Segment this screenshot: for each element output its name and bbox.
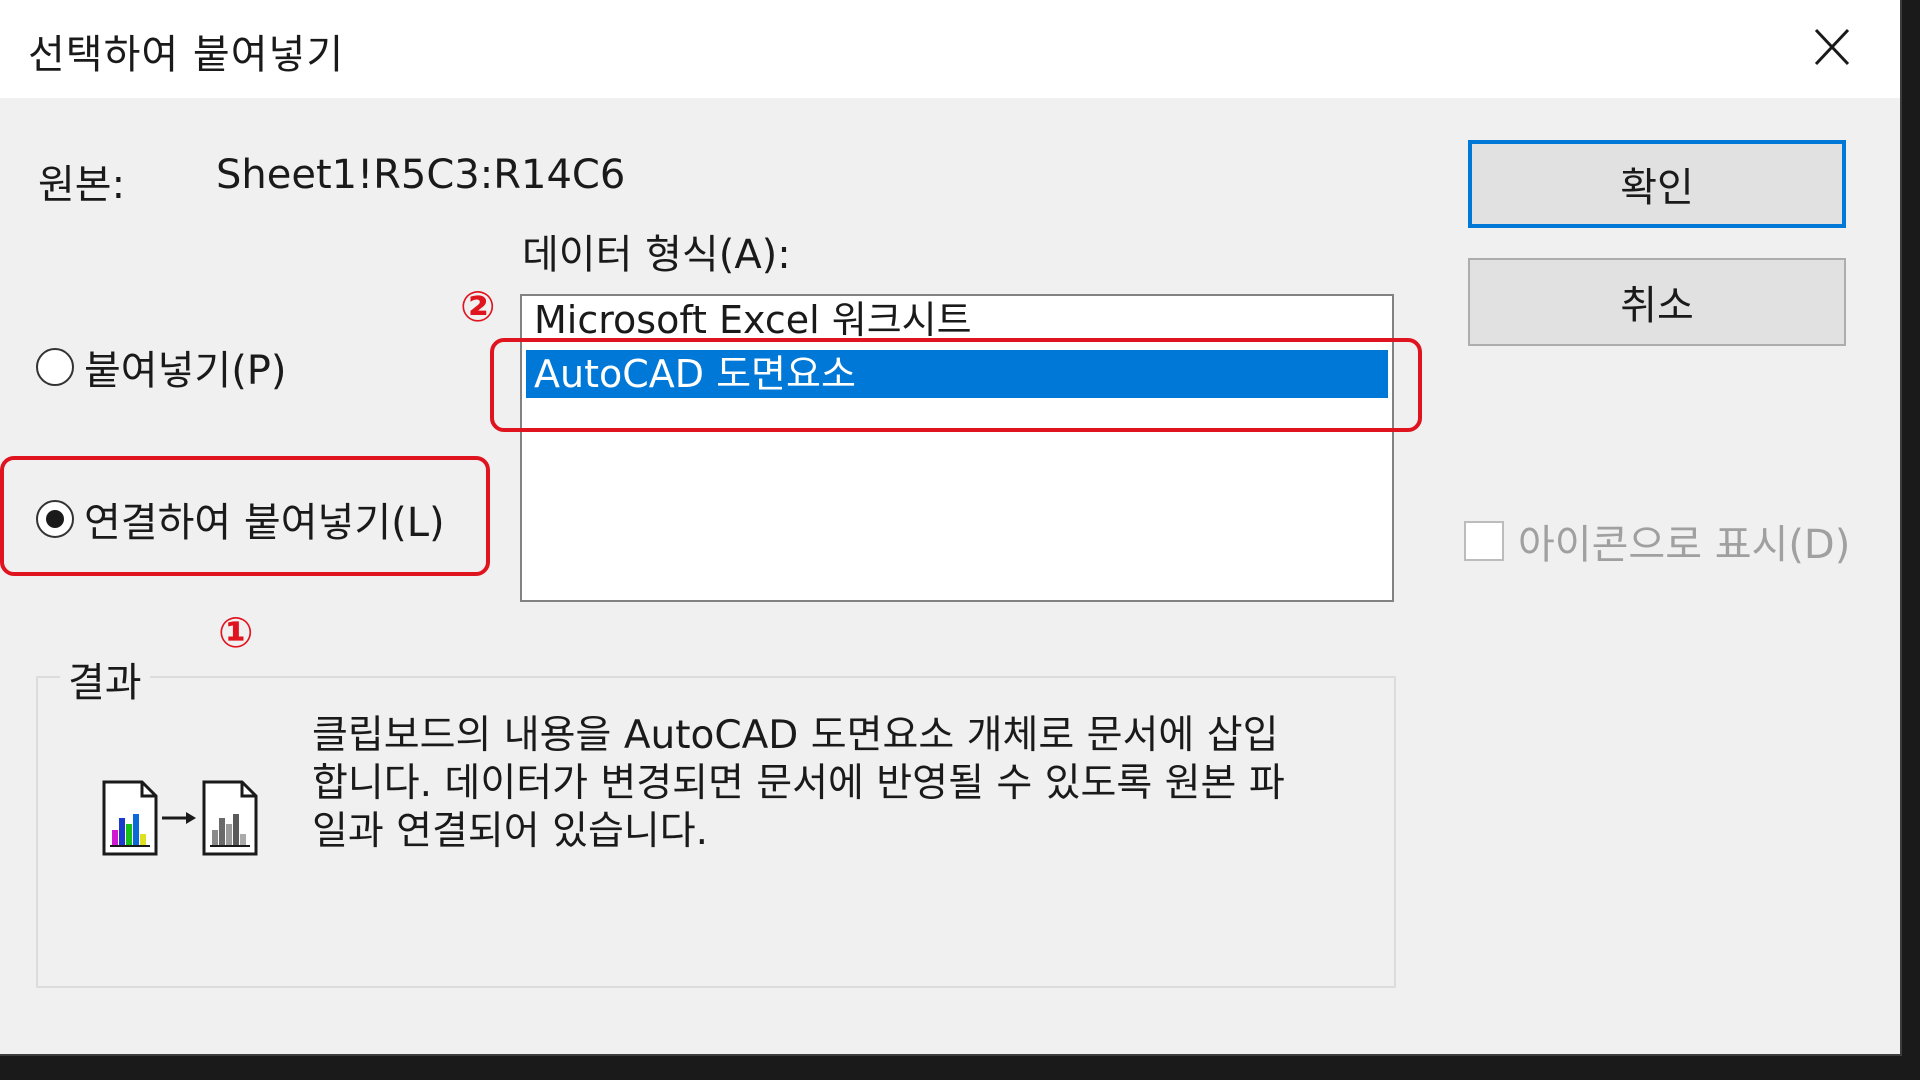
close-button[interactable]	[1802, 20, 1862, 76]
cancel-button[interactable]: 취소	[1468, 258, 1846, 346]
paste-link-result-icon	[102, 780, 258, 856]
annotation-highlight-2	[490, 338, 1422, 432]
ok-button[interactable]: 확인	[1468, 140, 1846, 228]
data-format-label: 데이터 형식(A):	[522, 232, 791, 278]
paste-radio[interactable]: 붙여넣기(P)	[36, 338, 287, 396]
display-as-icon-box[interactable]	[1464, 521, 1504, 561]
result-description: 클립보드의 내용을 AutoCAD 도면요소 개체로 문서에 삽입 합니다. 데…	[312, 712, 1372, 856]
result-line: 합니다. 데이터가 변경되면 문서에 반영될 수 있도록 원본 파	[312, 761, 1285, 806]
display-as-icon-checkbox[interactable]: 아이콘으로 표시(D)	[1464, 512, 1850, 570]
source-label: 원본:	[38, 162, 126, 208]
title-bar: 선택하여 붙여넣기	[0, 0, 1900, 98]
result-line: 일과 연결되어 있습니다.	[312, 809, 708, 854]
dialog-title: 선택하여 붙여넣기	[28, 32, 345, 78]
paste-radio-circle[interactable]	[36, 348, 74, 386]
display-as-icon-label: 아이콘으로 표시(D)	[1518, 522, 1851, 568]
annotation-marker-2: ②	[460, 282, 496, 331]
source-value: Sheet1!R5C3:R14C6	[216, 152, 626, 198]
result-line: 클립보드의 내용을 AutoCAD 도면요소 개체로 문서에 삽입	[312, 713, 1279, 758]
annotation-highlight-1	[0, 456, 490, 576]
list-item-excel-worksheet[interactable]: Microsoft Excel 워크시트	[526, 296, 1388, 344]
paste-special-dialog: 선택하여 붙여넣기 원본: Sheet1!R5C3:R14C6 데이터 형식(A…	[0, 0, 1902, 1056]
result-title: 결과	[60, 650, 150, 708]
close-icon	[1814, 28, 1850, 66]
paste-radio-label: 붙여넣기(P)	[84, 348, 287, 394]
annotation-marker-1: ①	[218, 608, 254, 657]
